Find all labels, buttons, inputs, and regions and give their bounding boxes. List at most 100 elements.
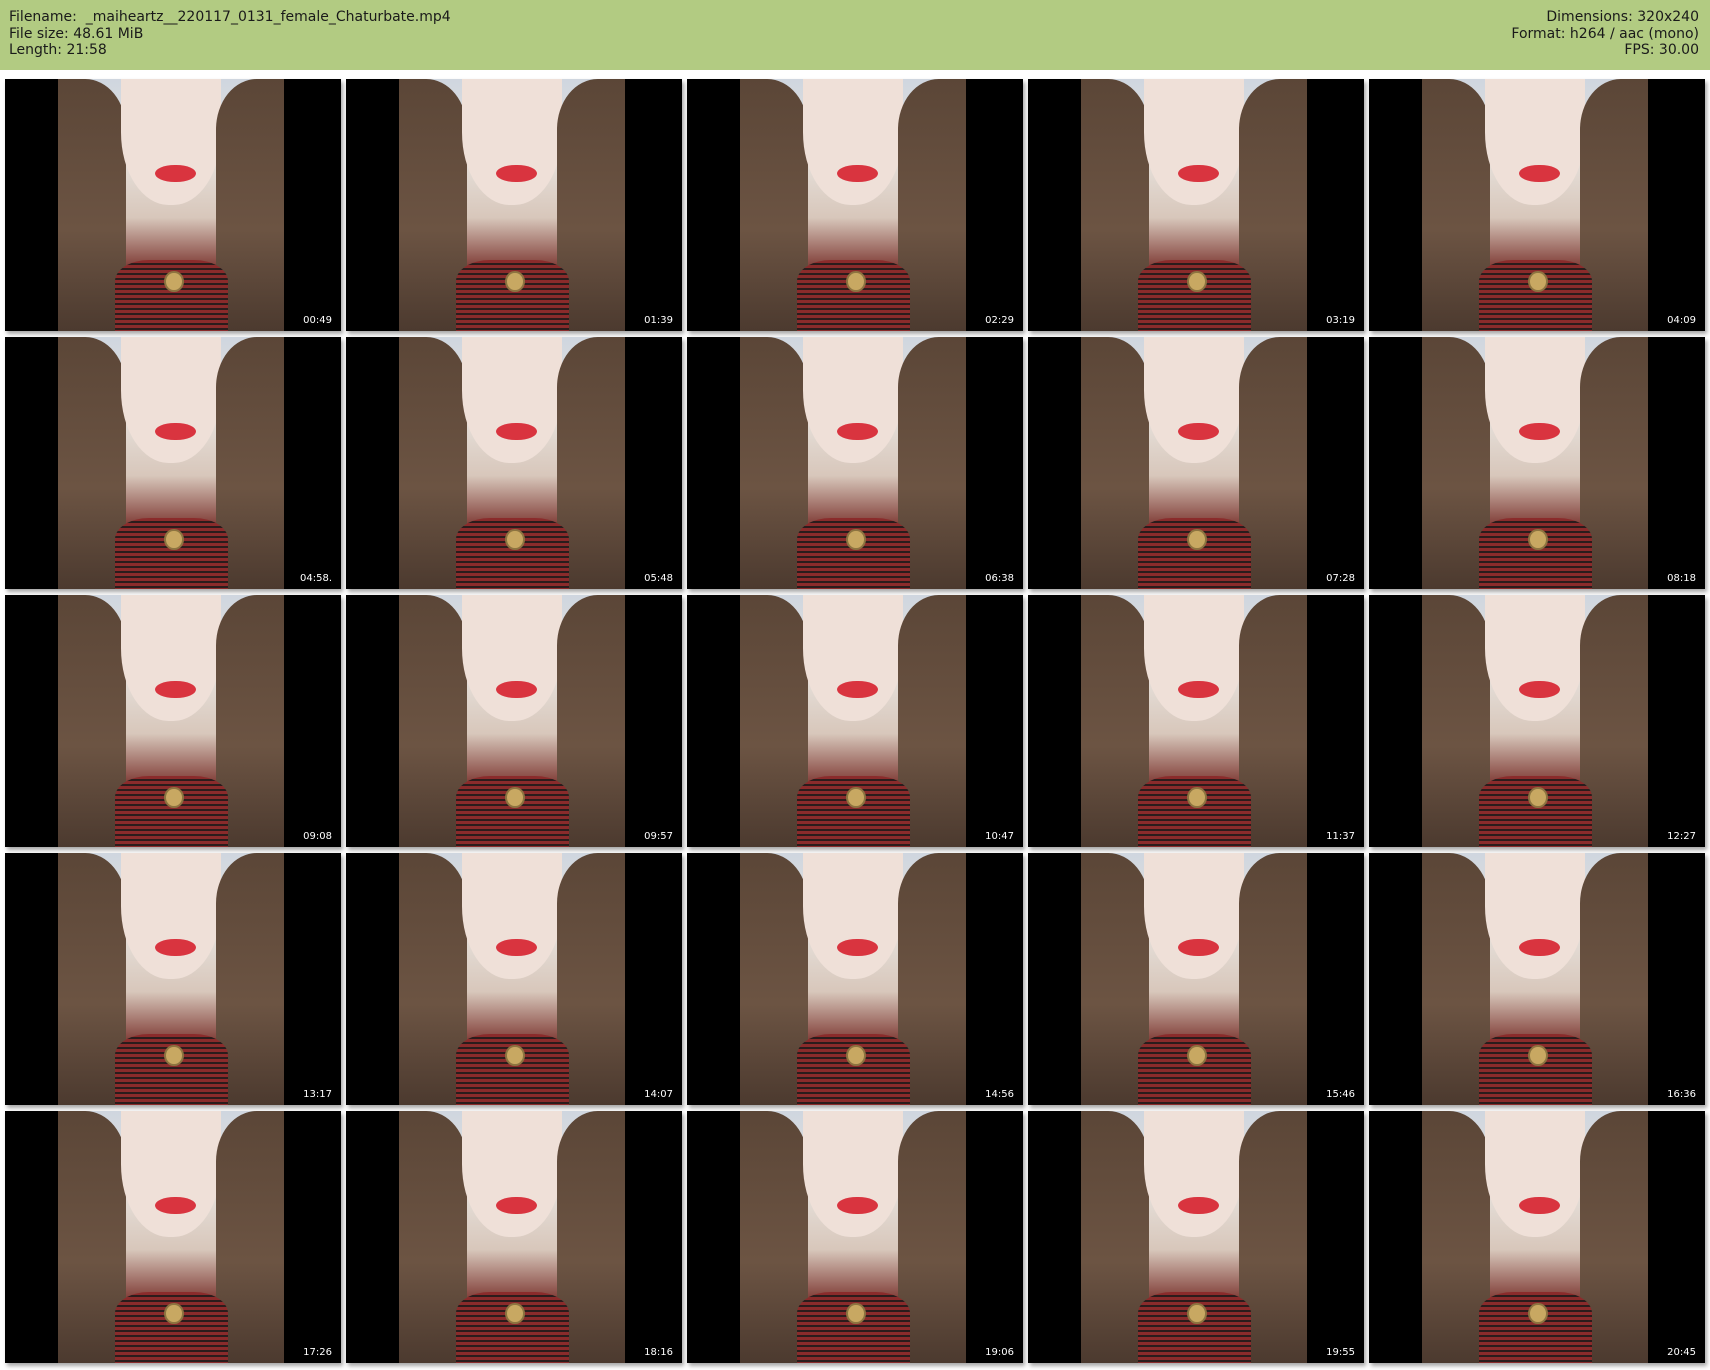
face-shape: [1485, 79, 1585, 205]
lips-shape: [837, 680, 878, 699]
timestamp-label: 11:37: [1326, 831, 1355, 842]
timestamp-label: 18:16: [644, 1347, 673, 1358]
stream-info: Dimensions: 320x240 Format: h264 / aac (…: [1511, 9, 1699, 59]
frame-image: [58, 337, 284, 589]
thumbnail-grid: 00:49 01:39 02:29 03:19 04:09 04:58. 05:48 06:3…: [0, 78, 1710, 1370]
video-thumbnail[interactable]: 02:29: [687, 79, 1023, 331]
pendant-shape: [164, 270, 185, 293]
timestamp-label: 14:56: [985, 1089, 1014, 1100]
face-shape: [803, 337, 903, 463]
video-thumbnail[interactable]: 03:19: [1028, 79, 1364, 331]
face-shape: [462, 79, 562, 205]
face-shape: [1144, 79, 1244, 205]
face-shape: [1144, 337, 1244, 463]
video-thumbnail[interactable]: 19:55: [1028, 1111, 1364, 1363]
video-thumbnail[interactable]: 19:06: [687, 1111, 1023, 1363]
pendant-shape: [505, 786, 526, 809]
pendant-shape: [1187, 1044, 1208, 1067]
face-shape: [121, 1111, 221, 1237]
timestamp-label: 00:49: [303, 315, 332, 326]
timestamp-label: 15:46: [1326, 1089, 1355, 1100]
frame-image: [399, 1111, 625, 1363]
video-thumbnail[interactable]: 08:18: [1369, 337, 1705, 589]
fps-line: FPS: 30.00: [1624, 42, 1699, 58]
video-thumbnail[interactable]: 00:49: [5, 79, 341, 331]
face-shape: [803, 595, 903, 721]
frame-image: [740, 595, 966, 847]
frame-image: [1081, 79, 1307, 331]
face-shape: [121, 595, 221, 721]
pendant-shape: [846, 1044, 867, 1067]
pendant-shape: [505, 270, 526, 293]
video-thumbnail[interactable]: 15:46: [1028, 853, 1364, 1105]
lips-shape: [496, 1196, 537, 1215]
timestamp-label: 13:17: [303, 1089, 332, 1100]
lips-shape: [155, 422, 196, 441]
face-shape: [462, 595, 562, 721]
video-thumbnail[interactable]: 12:27: [1369, 595, 1705, 847]
timestamp-label: 04:58.: [300, 573, 332, 584]
face-shape: [803, 79, 903, 205]
pendant-shape: [1528, 786, 1549, 809]
face-shape: [121, 337, 221, 463]
video-thumbnail[interactable]: 07:28: [1028, 337, 1364, 589]
frame-image: [1081, 853, 1307, 1105]
pendant-shape: [164, 786, 185, 809]
timestamp-label: 14:07: [644, 1089, 673, 1100]
lips-shape: [155, 1196, 196, 1215]
video-thumbnail[interactable]: 10:47: [687, 595, 1023, 847]
format-line: Format: h264 / aac (mono): [1511, 25, 1699, 42]
video-thumbnail[interactable]: 14:07: [346, 853, 682, 1105]
lips-shape: [1178, 1196, 1219, 1215]
video-thumbnail[interactable]: 09:57: [346, 595, 682, 847]
video-thumbnail[interactable]: 01:39: [346, 79, 682, 331]
frame-image: [1081, 337, 1307, 589]
lips-shape: [155, 938, 196, 957]
face-shape: [1485, 1111, 1585, 1237]
face-shape: [1485, 337, 1585, 463]
timestamp-label: 02:29: [985, 315, 1014, 326]
frame-image: [1422, 79, 1648, 331]
video-thumbnail[interactable]: 06:38: [687, 337, 1023, 589]
face-shape: [803, 853, 903, 979]
pendant-shape: [846, 270, 867, 293]
lips-shape: [1519, 422, 1560, 441]
video-thumbnail[interactable]: 14:56: [687, 853, 1023, 1105]
frame-image: [1081, 1111, 1307, 1363]
pendant-shape: [505, 528, 526, 551]
frame-image: [1422, 337, 1648, 589]
face-shape: [462, 1111, 562, 1237]
lips-shape: [1178, 422, 1219, 441]
frame-image: [1422, 853, 1648, 1105]
timestamp-label: 19:55: [1326, 1347, 1355, 1358]
video-thumbnail[interactable]: 17:26: [5, 1111, 341, 1363]
timestamp-label: 20:45: [1667, 1347, 1696, 1358]
lips-shape: [1178, 680, 1219, 699]
face-shape: [1485, 853, 1585, 979]
timestamp-label: 10:47: [985, 831, 1014, 842]
metadata-header: Filename: _maiheartz__220117_0131_female…: [0, 0, 1710, 70]
video-thumbnail[interactable]: 05:48: [346, 337, 682, 589]
video-thumbnail[interactable]: 18:16: [346, 1111, 682, 1363]
pendant-shape: [164, 528, 185, 551]
timestamp-label: 19:06: [985, 1347, 1014, 1358]
lips-shape: [837, 938, 878, 957]
video-thumbnail[interactable]: 04:58.: [5, 337, 341, 589]
video-thumbnail[interactable]: 20:45: [1369, 1111, 1705, 1363]
frame-image: [1422, 1111, 1648, 1363]
frame-image: [399, 853, 625, 1105]
timestamp-label: 05:48: [644, 573, 673, 584]
pendant-shape: [1528, 1044, 1549, 1067]
face-shape: [1144, 595, 1244, 721]
face-shape: [121, 79, 221, 205]
video-thumbnail[interactable]: 13:17: [5, 853, 341, 1105]
video-thumbnail[interactable]: 09:08: [5, 595, 341, 847]
pendant-shape: [1187, 528, 1208, 551]
video-thumbnail[interactable]: 16:36: [1369, 853, 1705, 1105]
timestamp-label: 06:38: [985, 573, 1014, 584]
pendant-shape: [1528, 528, 1549, 551]
face-shape: [803, 1111, 903, 1237]
video-thumbnail[interactable]: 04:09: [1369, 79, 1705, 331]
video-thumbnail[interactable]: 11:37: [1028, 595, 1364, 847]
pendant-shape: [505, 1302, 526, 1325]
